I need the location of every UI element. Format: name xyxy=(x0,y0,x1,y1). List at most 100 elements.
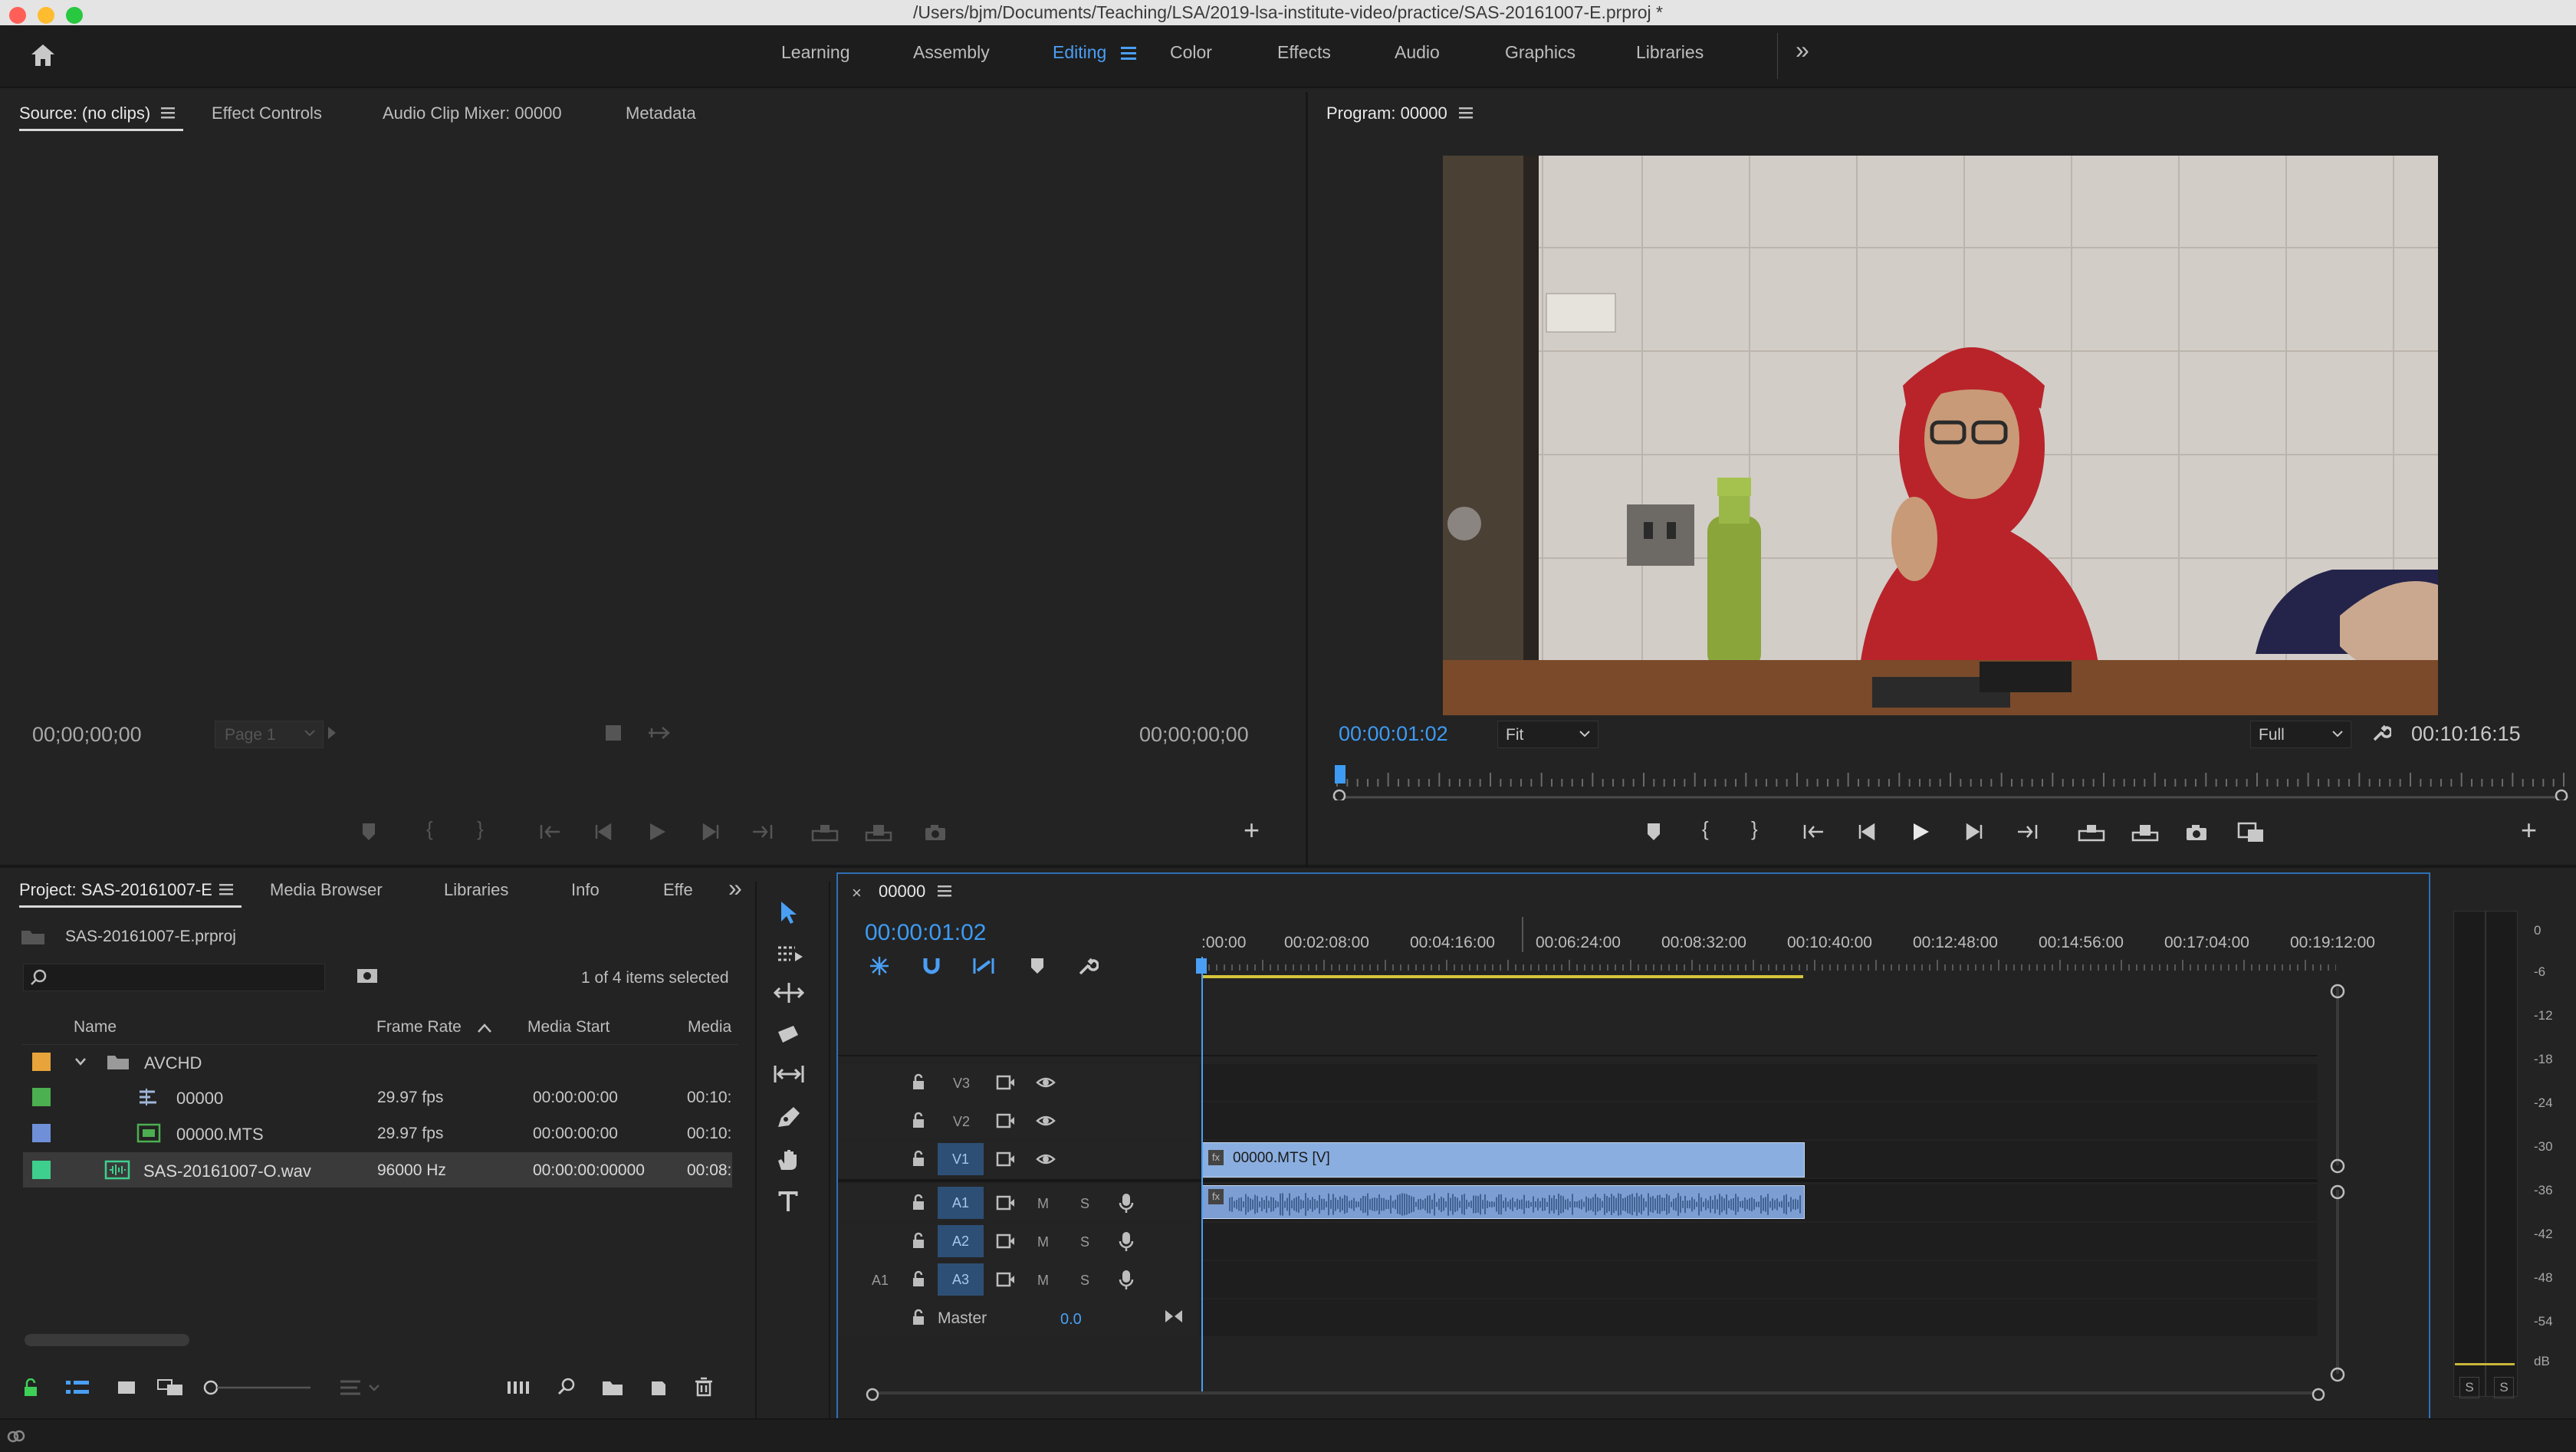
pen-icon[interactable] xyxy=(775,1105,801,1130)
eye-icon[interactable] xyxy=(1036,1151,1056,1167)
lock-track-icon[interactable] xyxy=(912,1232,925,1249)
linked-selection-icon[interactable] xyxy=(971,955,996,977)
lock-icon[interactable] xyxy=(23,1378,38,1397)
timeline-playhead-handle[interactable] xyxy=(1196,958,1207,974)
track-label-v2[interactable]: V2 xyxy=(953,1114,970,1130)
timeline-timecode[interactable]: 00:00:01:02 xyxy=(865,920,986,946)
label-color-swatch[interactable] xyxy=(32,1161,51,1179)
play-icon[interactable] xyxy=(647,822,667,842)
wrench-icon[interactable] xyxy=(2371,723,2391,743)
add-marker-icon[interactable] xyxy=(1030,957,1045,975)
track-target-a3[interactable]: A3 xyxy=(938,1263,984,1296)
program-timecode[interactable]: 00:00:01:02 xyxy=(1339,722,1448,746)
sync-lock-icon[interactable] xyxy=(996,1234,1016,1249)
program-video-frame[interactable] xyxy=(1443,156,2438,715)
quality-dropdown[interactable]: Full xyxy=(2250,721,2351,748)
mark-out-icon[interactable]: } xyxy=(477,817,484,841)
project-tabs-overflow-icon[interactable]: » xyxy=(728,874,742,902)
creative-cloud-icon[interactable] xyxy=(6,1427,26,1444)
track-lane-a3[interactable] xyxy=(1200,1261,2318,1298)
workspace-editing[interactable]: Editing xyxy=(1053,42,1106,63)
work-area-bar[interactable] xyxy=(1201,975,1803,978)
mark-in-icon[interactable]: { xyxy=(426,817,433,841)
lock-track-icon[interactable] xyxy=(912,1112,925,1128)
overwrite-icon[interactable] xyxy=(865,823,892,842)
razor-icon[interactable] xyxy=(775,1023,801,1046)
program-playhead[interactable] xyxy=(1335,765,1346,783)
track-target-a2[interactable]: A2 xyxy=(938,1225,984,1257)
drag-video-icon[interactable] xyxy=(647,725,670,741)
slip-icon[interactable] xyxy=(772,1063,806,1086)
panel-menu-icon[interactable] xyxy=(938,885,951,897)
add-marker-icon[interactable] xyxy=(1645,822,1662,842)
project-row-sequence[interactable]: 00000 29.97 fps 00:00:00:00 00:10: xyxy=(23,1079,732,1115)
timeline-settings-wrench-icon[interactable] xyxy=(1077,955,1099,977)
tab-info[interactable]: Info xyxy=(571,880,600,900)
step-forward-icon[interactable] xyxy=(1964,823,1984,840)
program-scrub-ruler[interactable] xyxy=(1332,765,2568,803)
workspace-audio[interactable]: Audio xyxy=(1395,42,1440,63)
eye-icon[interactable] xyxy=(1036,1075,1056,1090)
play-icon[interactable] xyxy=(1911,822,1930,842)
list-view-icon[interactable] xyxy=(64,1378,90,1397)
trash-icon[interactable] xyxy=(695,1377,713,1397)
find-icon[interactable] xyxy=(557,1377,577,1397)
program-add-button[interactable]: + xyxy=(2521,814,2537,846)
scroll-handle-icon[interactable] xyxy=(2329,1158,2346,1174)
workspace-color[interactable]: Color xyxy=(1170,42,1212,63)
track-target-v1[interactable]: V1 xyxy=(938,1143,984,1175)
source-add-button[interactable]: + xyxy=(1244,814,1260,846)
master-end-icon[interactable] xyxy=(1164,1309,1184,1324)
mark-out-icon[interactable]: } xyxy=(1751,817,1758,841)
mark-in-icon[interactable]: { xyxy=(1702,817,1709,841)
project-horizontal-scrollbar[interactable] xyxy=(25,1334,189,1346)
mute-button[interactable]: M xyxy=(1037,1196,1049,1212)
solo-button[interactable]: S xyxy=(1080,1196,1089,1212)
lock-track-icon[interactable] xyxy=(912,1309,925,1326)
video-clip[interactable]: fx 00000.MTS [V] xyxy=(1201,1142,1805,1178)
go-to-in-icon[interactable] xyxy=(540,823,561,840)
column-media[interactable]: Media xyxy=(688,1018,731,1036)
tab-effects[interactable]: Effe xyxy=(663,880,693,900)
track-lane-v2[interactable] xyxy=(1200,1102,2318,1139)
meter-solo-left[interactable]: S xyxy=(2459,1377,2479,1398)
mute-button[interactable]: M xyxy=(1037,1234,1049,1250)
workspace-learning[interactable]: Learning xyxy=(781,42,850,63)
column-name[interactable]: Name xyxy=(74,1018,117,1036)
zoom-handle-left-icon[interactable] xyxy=(1332,789,1346,803)
comparison-view-icon[interactable] xyxy=(2237,822,2265,843)
lock-track-icon[interactable] xyxy=(912,1150,925,1167)
new-item-icon[interactable] xyxy=(649,1377,669,1397)
tab-program[interactable]: Program: 00000 xyxy=(1326,103,1447,123)
timeline-tab[interactable]: 00000 xyxy=(879,882,925,902)
tab-source[interactable]: Source: (no clips) xyxy=(19,103,150,123)
source-patch-a1[interactable]: A1 xyxy=(872,1273,889,1289)
workspace-overflow-icon[interactable]: » xyxy=(1796,36,1809,64)
timeline-close-icon[interactable]: × xyxy=(852,883,862,903)
zoom-slider[interactable] xyxy=(203,1380,310,1395)
sync-lock-icon[interactable] xyxy=(996,1075,1016,1090)
go-to-out-icon[interactable] xyxy=(751,823,773,840)
safe-margins-icon[interactable] xyxy=(604,724,623,742)
step-back-icon[interactable] xyxy=(1857,823,1877,840)
lock-track-icon[interactable] xyxy=(912,1073,925,1090)
sync-lock-icon[interactable] xyxy=(996,1195,1016,1211)
project-row-video[interactable]: 00000.MTS 29.97 fps 00:00:00:00 00:10: xyxy=(23,1115,732,1151)
sort-ascending-icon[interactable] xyxy=(477,1023,492,1033)
microphone-icon[interactable] xyxy=(1119,1269,1134,1290)
zoom-handle-left-icon[interactable] xyxy=(866,1388,879,1401)
go-to-in-icon[interactable] xyxy=(1803,823,1825,840)
panel-menu-icon[interactable] xyxy=(1459,107,1473,119)
tab-media-browser[interactable]: Media Browser xyxy=(270,880,383,900)
tab-libraries[interactable]: Libraries xyxy=(444,880,508,900)
panel-menu-icon[interactable] xyxy=(219,883,233,895)
selection-tool-icon[interactable] xyxy=(777,900,800,925)
sync-lock-icon[interactable] xyxy=(996,1272,1016,1287)
freeform-view-icon[interactable] xyxy=(156,1378,187,1397)
snap-icon[interactable] xyxy=(921,955,942,977)
export-frame-icon[interactable] xyxy=(2185,823,2208,842)
fit-dropdown[interactable]: Fit xyxy=(1497,721,1598,748)
eye-icon[interactable] xyxy=(1036,1113,1056,1128)
zoom-handle-right-icon[interactable] xyxy=(2555,789,2568,803)
new-bin-icon[interactable] xyxy=(601,1378,624,1397)
